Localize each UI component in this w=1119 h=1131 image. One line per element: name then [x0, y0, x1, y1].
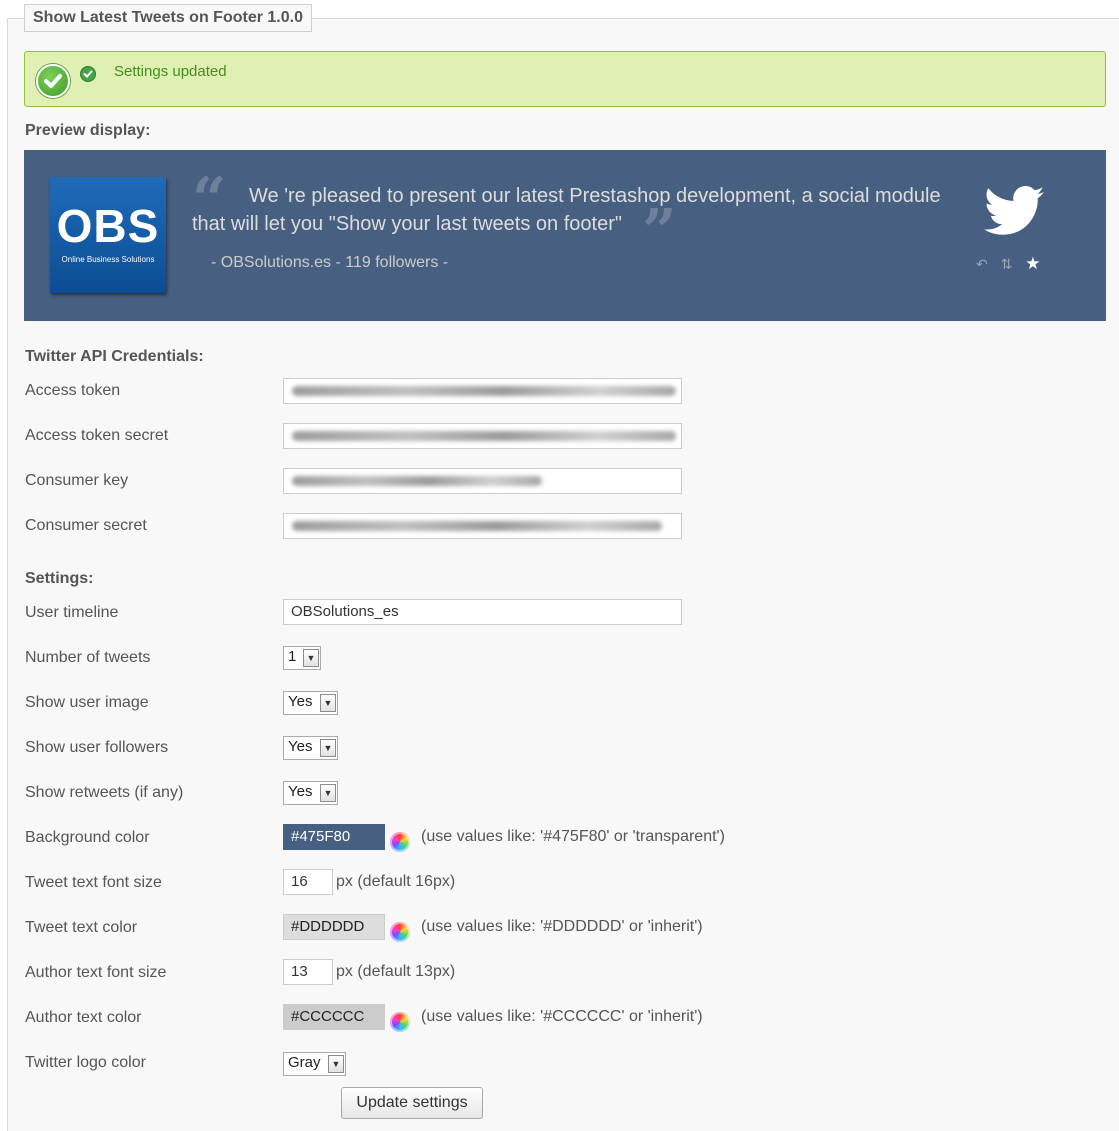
success-message: Settings updated: [114, 63, 227, 80]
access-token-label: Access token: [25, 382, 121, 399]
user-image: OBS Online Business Solutions: [50, 177, 166, 293]
color-picker-icon[interactable]: [390, 832, 410, 852]
show-user-image-value: Yes: [288, 693, 313, 710]
consumer-key-input[interactable]: [283, 468, 682, 494]
consumer-key-label: Consumer key: [25, 472, 129, 489]
background-color-hint: (use values like: '#475F80' or 'transpar…: [421, 828, 725, 845]
twitter-bird-icon: [984, 186, 1044, 235]
chevron-down-icon: ▼: [328, 1055, 344, 1073]
tweet-color-hint: (use values like: '#DDDDDD' or 'inherit'…: [421, 918, 703, 935]
access-token-secret-input[interactable]: [283, 423, 682, 449]
author-font-size-hint: px (default 13px): [336, 963, 456, 980]
success-alert: Settings updated: [24, 51, 1106, 107]
consumer-secret-label: Consumer secret: [25, 517, 147, 534]
user-timeline-label: User timeline: [25, 604, 119, 621]
author-color-hint: (use values like: '#CCCCCC' or 'inherit'…: [421, 1008, 703, 1025]
show-retweets-label: Show retweets (if any): [25, 784, 184, 801]
redacted-value: [292, 521, 662, 531]
logo-text: OBS: [56, 200, 160, 252]
check-icon: [80, 66, 96, 82]
retweet-icon[interactable]: ⇅: [1001, 256, 1013, 272]
author-font-size-input[interactable]: 13: [283, 959, 333, 985]
show-user-followers-value: Yes: [288, 738, 313, 755]
show-retweets-value: Yes: [288, 783, 313, 800]
tweet-text: We 're pleased to present our latest Pre…: [192, 185, 941, 235]
redacted-value: [292, 476, 542, 486]
show-user-image-label: Show user image: [25, 694, 149, 711]
show-user-followers-label: Show user followers: [25, 739, 169, 756]
tweet-font-size-label: Tweet text font size: [25, 874, 162, 891]
show-user-image-select[interactable]: Yes ▼: [283, 691, 338, 715]
tweet-color-input[interactable]: #DDDDDD: [283, 914, 385, 940]
success-check-icon: [36, 64, 70, 98]
redacted-value: [292, 386, 676, 396]
consumer-secret-input[interactable]: [283, 513, 682, 539]
number-of-tweets-label: Number of tweets: [25, 649, 151, 666]
background-color-label: Background color: [25, 829, 150, 846]
twitter-logo-color-label: Twitter logo color: [25, 1054, 146, 1071]
module-title: Show Latest Tweets on Footer 1.0.0: [24, 4, 312, 32]
color-picker-icon[interactable]: [390, 922, 410, 942]
tweet-font-size-input[interactable]: 16: [283, 869, 333, 895]
chevron-down-icon: ▼: [303, 649, 319, 667]
reply-icon[interactable]: ↶: [976, 256, 988, 272]
number-of-tweets-value: 1: [288, 648, 297, 665]
chevron-down-icon: ▼: [320, 694, 336, 712]
tweet-actions: ↶ ⇅ ★: [976, 254, 1050, 274]
tweet-color-label: Tweet text color: [25, 919, 138, 936]
author-color-input[interactable]: #CCCCCC: [283, 1004, 385, 1030]
color-picker-icon[interactable]: [390, 1012, 410, 1032]
tweet-author: - OBSolutions.es - 119 followers -: [211, 254, 449, 271]
logo-subtitle: Online Business Solutions: [61, 255, 155, 264]
user-timeline-input[interactable]: OBSolutions_es: [283, 599, 682, 625]
chevron-down-icon: ▼: [320, 739, 336, 757]
tweet-preview: OBS Online Business Solutions “ We 're p…: [24, 150, 1106, 321]
favorite-icon[interactable]: ★: [1025, 254, 1040, 273]
show-user-followers-select[interactable]: Yes ▼: [283, 736, 338, 760]
update-settings-button[interactable]: Update settings: [341, 1087, 483, 1119]
author-font-size-label: Author text font size: [25, 964, 167, 981]
access-token-input[interactable]: [283, 378, 682, 404]
credentials-heading: Twitter API Credentials:: [25, 348, 204, 365]
access-token-secret-label: Access token secret: [25, 427, 169, 444]
chevron-down-icon: ▼: [320, 784, 336, 802]
twitter-logo-color-value: Gray: [288, 1054, 321, 1071]
twitter-logo-color-select[interactable]: Gray ▼: [283, 1052, 346, 1076]
preview-heading: Preview display:: [25, 122, 151, 139]
tweet-font-size-hint: px (default 16px): [336, 873, 456, 890]
number-of-tweets-select[interactable]: 1 ▼: [283, 646, 321, 670]
redacted-value: [292, 431, 676, 441]
settings-heading: Settings:: [25, 570, 94, 587]
close-quote-icon: ”: [642, 197, 677, 267]
show-retweets-select[interactable]: Yes ▼: [283, 781, 338, 805]
author-color-label: Author text color: [25, 1009, 142, 1026]
background-color-input[interactable]: #475F80: [283, 824, 385, 850]
